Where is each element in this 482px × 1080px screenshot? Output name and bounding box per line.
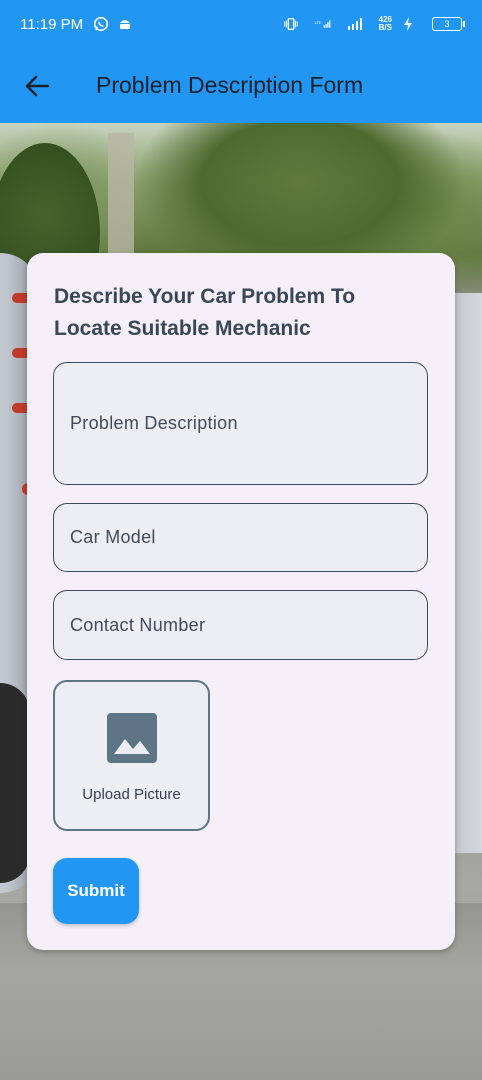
upload-picture-label: Upload Picture	[82, 786, 181, 803]
problem-description-field[interactable]: Problem Description	[53, 362, 428, 485]
network-speed: 426 B/S	[378, 15, 392, 32]
status-right-group: LTE 426 B/S 3	[283, 15, 465, 32]
arrow-left-icon	[25, 75, 50, 96]
contact-number-field[interactable]: Contact Number	[53, 590, 428, 660]
submit-label: Submit	[67, 881, 125, 900]
form-heading: Describe Your Car Problem To Locate Suit…	[54, 285, 356, 340]
tire-shape	[0, 683, 30, 883]
image-icon	[106, 713, 157, 763]
vibrate-icon	[283, 16, 299, 32]
page-title: Problem Description Form	[96, 72, 364, 98]
charging-icon	[400, 16, 416, 32]
status-bar: 11:19 PM LTE 426 B/S 3	[0, 0, 482, 48]
lte-signal-icon: LTE	[315, 16, 331, 32]
form-card: Describe Your Car Problem To Locate Suit…	[27, 253, 455, 950]
car-model-field[interactable]: Car Model	[53, 503, 428, 572]
upload-picture-button[interactable]: Upload Picture	[53, 680, 210, 831]
app-bar: Problem Description Form	[0, 48, 482, 123]
back-button[interactable]	[0, 48, 74, 123]
pole-shape	[108, 133, 134, 253]
svg-text:LTE: LTE	[315, 21, 322, 25]
problem-description-placeholder: Problem Description	[70, 413, 238, 433]
signal-icon	[347, 16, 363, 32]
car-model-placeholder: Car Model	[70, 527, 156, 547]
submit-button[interactable]: Submit	[53, 858, 139, 924]
whatsapp-icon	[93, 16, 109, 32]
status-time: 11:19 PM	[20, 15, 84, 33]
battery-icon: 3	[432, 17, 465, 31]
android-icon	[117, 16, 133, 32]
contact-number-placeholder: Contact Number	[70, 614, 206, 635]
